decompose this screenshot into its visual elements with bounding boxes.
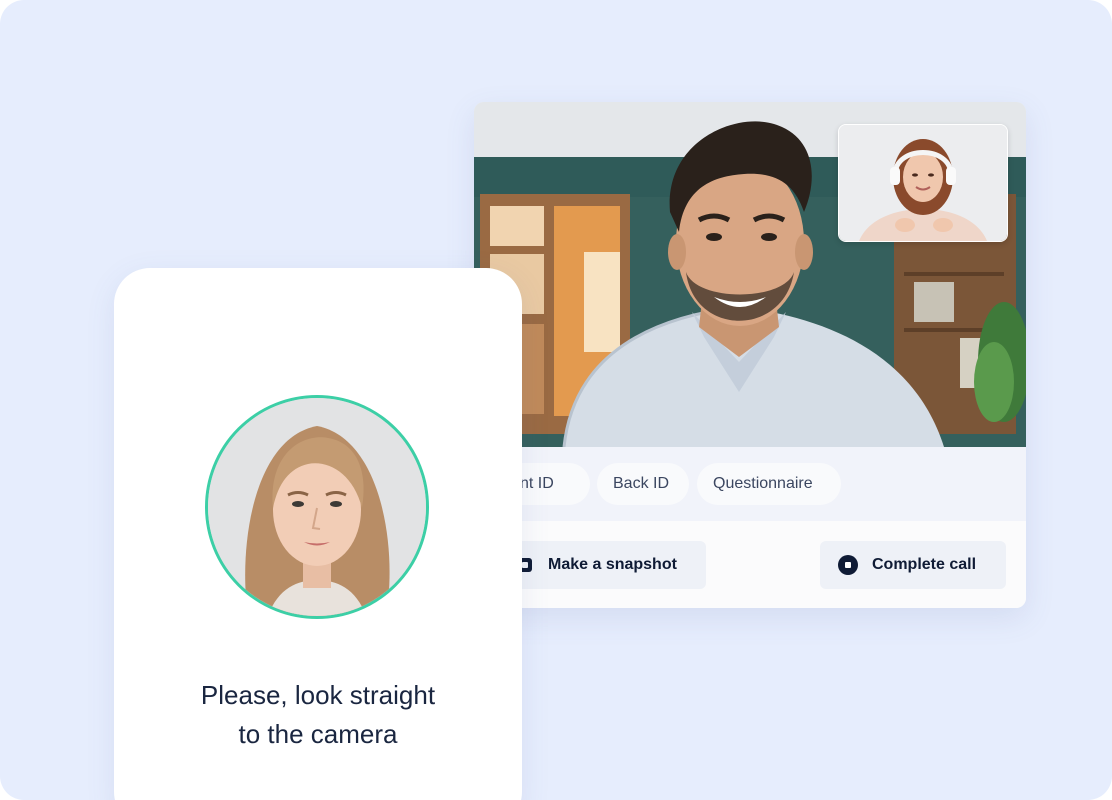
self-view-image: [839, 125, 1007, 241]
camera-instruction: Please, look straight to the camera: [200, 680, 436, 749]
stage: Front ID Back ID Questionnaire Make a sn…: [0, 0, 1112, 800]
make-snapshot-label: Make a snapshot: [548, 556, 677, 573]
selfie-frame: [205, 395, 429, 619]
complete-call-button[interactable]: Complete call: [820, 541, 1006, 589]
complete-call-label: Complete call: [872, 556, 977, 573]
selfie-phone-card: Please, look straight to the camera: [114, 268, 522, 800]
document-tabs: Front ID Back ID Questionnaire: [474, 447, 1026, 521]
tab-questionnaire[interactable]: Questionnaire: [697, 463, 841, 505]
call-actions: Make a snapshot Complete call: [474, 521, 1026, 608]
self-view-video[interactable]: [838, 124, 1008, 242]
main-video-feed: [474, 102, 1026, 447]
stop-icon: [838, 555, 858, 575]
selfie-image: [208, 398, 426, 616]
tab-back-id[interactable]: Back ID: [597, 463, 689, 505]
make-snapshot-button[interactable]: Make a snapshot: [504, 541, 706, 589]
video-call-panel: Front ID Back ID Questionnaire Make a sn…: [474, 102, 1026, 608]
